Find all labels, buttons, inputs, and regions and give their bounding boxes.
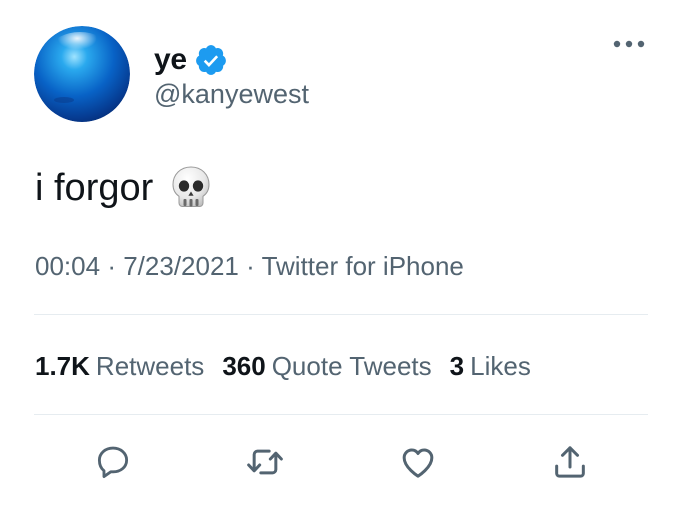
retweets-label: Retweets — [95, 351, 205, 381]
display-name[interactable]: ye — [154, 45, 187, 75]
share-icon — [550, 442, 590, 482]
quote-tweets-stat[interactable]: 360 Quote Tweets — [222, 350, 431, 382]
retweets-count: 1.7K — [35, 351, 90, 381]
more-options-icon[interactable] — [612, 34, 646, 54]
share-button[interactable] — [548, 440, 592, 484]
tweet-source[interactable]: Twitter for iPhone — [262, 251, 464, 281]
retweet-icon — [245, 442, 285, 482]
divider — [34, 314, 648, 315]
divider — [34, 414, 648, 415]
author-handle[interactable]: @kanyewest — [154, 78, 309, 110]
retweet-button[interactable] — [243, 440, 287, 484]
retweets-stat[interactable]: 1.7K Retweets — [35, 350, 204, 382]
reply-button[interactable] — [91, 440, 135, 484]
engagement-stats: 1.7K Retweets 360 Quote Tweets 3 Likes — [35, 350, 549, 382]
likes-count: 3 — [449, 351, 465, 381]
like-button[interactable] — [396, 440, 440, 484]
likes-stat[interactable]: 3 Likes — [450, 350, 531, 382]
meta-separator: · — [246, 251, 255, 281]
quote-tweets-label: Quote Tweets — [271, 351, 432, 381]
likes-label: Likes — [470, 351, 531, 381]
skull-icon — [171, 165, 211, 211]
author-name-row: ye — [154, 40, 228, 80]
like-icon — [398, 442, 438, 482]
tweet-metadata: 00:04 · 7/23/2021 · Twitter for iPhone — [35, 250, 464, 282]
action-bar — [0, 440, 682, 484]
avatar[interactable] — [34, 26, 130, 122]
tweet-date[interactable]: 7/23/2021 — [123, 251, 239, 281]
tweet-body: i forgor — [35, 163, 211, 213]
verified-badge-icon — [194, 43, 228, 77]
meta-separator: · — [107, 251, 116, 281]
reply-icon — [94, 443, 132, 481]
tweet-time[interactable]: 00:04 — [35, 251, 100, 281]
quote-tweets-count: 360 — [222, 351, 266, 381]
tweet-text: i forgor — [35, 167, 154, 209]
